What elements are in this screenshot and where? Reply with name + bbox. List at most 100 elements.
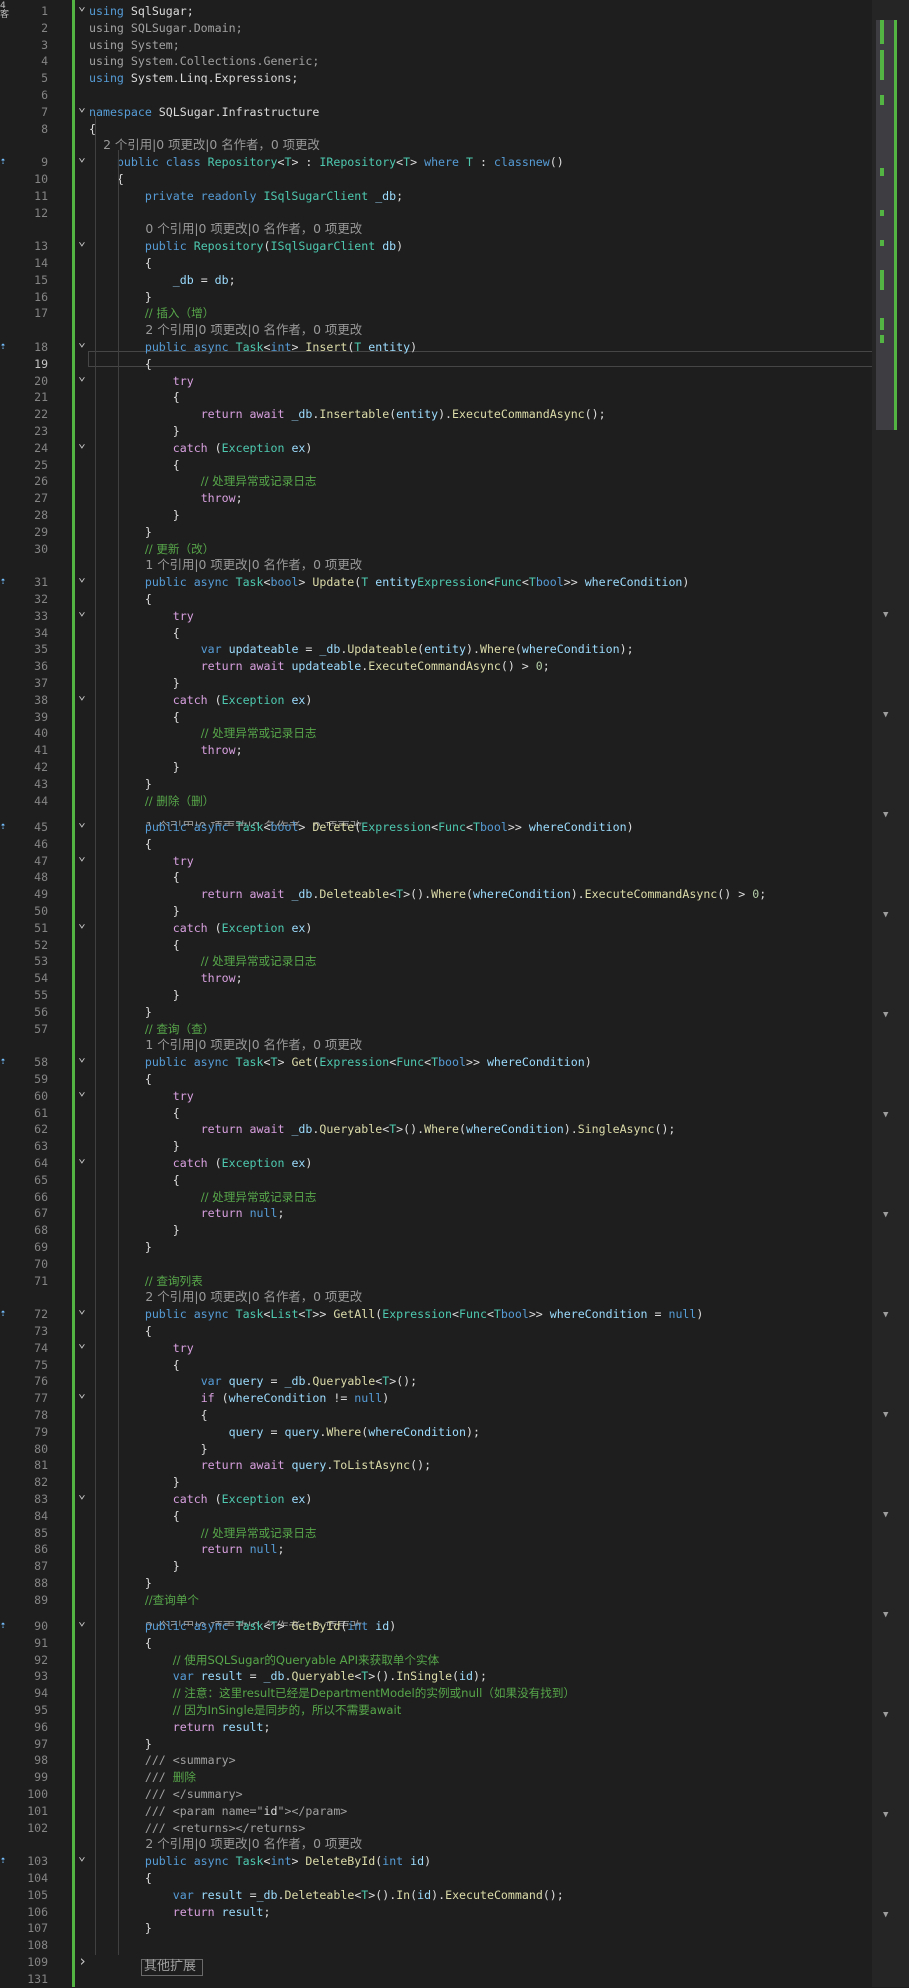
code-text[interactable]: // 处理异常或记录日志 (89, 725, 870, 742)
implementation-glyph-icon[interactable]: ⇡ (0, 1306, 14, 1323)
code-line[interactable]: 26 // 处理异常或记录日志 (0, 473, 870, 490)
code-line[interactable]: 37 } (0, 675, 870, 692)
code-text[interactable]: //查询单个 (89, 1592, 870, 1609)
code-line[interactable]: 38 ⌄ catch (Exception ex) (0, 688, 870, 709)
collapse-region-icon[interactable]: ⌄ (78, 150, 88, 167)
code-line[interactable]: 30 // 更新（改） (0, 541, 870, 558)
code-line[interactable]: 95 // 因为InSingle是同步的，所以不需要await (0, 1702, 870, 1719)
code-line[interactable]: 9 ⇡ ⌄ public class Repository<T> : IReposi… (0, 150, 870, 171)
implementation-glyph-icon[interactable]: ⇡ (0, 339, 14, 356)
code-text[interactable]: } (89, 759, 870, 776)
code-line[interactable]: 15 _db = db; (0, 272, 870, 289)
code-line[interactable]: 78 { (0, 1407, 870, 1424)
code-line[interactable]: 22 return await _db.Insertable(entity).E… (0, 406, 870, 423)
code-editor[interactable]: 1 ⌄ using SqlSugar; 2 using SQLSugar.Domain;… (0, 0, 909, 1987)
collapse-region-icon[interactable]: ⌄ (78, 0, 88, 16)
code-text[interactable]: } (89, 423, 870, 440)
code-text[interactable]: return await _db.Insertable(entity).Exec… (89, 406, 870, 423)
code-line[interactable]: 84 { (0, 1508, 870, 1525)
code-text[interactable]: var result = _db.Queryable<T>().InSingle… (89, 1668, 870, 1685)
codelens-reference-info[interactable]: 1 个引用|0 项更改|0 名作者，0 项更改 (0, 1037, 870, 1054)
code-line[interactable]: 28 } (0, 507, 870, 524)
code-text[interactable]: return await query.ToListAsync(); (89, 1457, 870, 1474)
implementation-glyph-icon[interactable]: ⇡ (0, 574, 14, 591)
code-text[interactable]: } (89, 1138, 870, 1155)
codelens-text[interactable]: 1 个引用|0 项更改|0 名作者，0 项更改 (145, 1037, 362, 1054)
code-text[interactable]: } (89, 987, 870, 1004)
code-line[interactable]: 93 var result = _db.Queryable<T>().InSin… (0, 1668, 870, 1685)
code-text[interactable]: var result =_db.Deleteable<T>().In(id).E… (89, 1887, 870, 1904)
code-text[interactable]: } (89, 1004, 870, 1021)
code-line[interactable]: 35 var updateable = _db.Updateable(entit… (0, 641, 870, 658)
code-line[interactable]: 131 (0, 1971, 870, 1988)
codelens-reference-info[interactable]: 0 个引用|0 项更改|0 名作者，0 项更改 (0, 221, 870, 238)
code-line[interactable]: 43 } (0, 776, 870, 793)
implementation-glyph-icon[interactable]: ⇡ (0, 154, 14, 171)
code-text[interactable]: { (89, 1357, 870, 1374)
code-line[interactable]: 25 { (0, 457, 870, 474)
code-text[interactable]: // 因为InSingle是同步的，所以不需要await (89, 1702, 870, 1719)
code-line[interactable]: 96 return result; (0, 1719, 870, 1736)
code-text[interactable]: // 处理异常或记录日志 (89, 1189, 870, 1206)
code-line[interactable]: 101 /// <param name="id"></param> (0, 1803, 870, 1820)
code-line[interactable]: 73 { (0, 1323, 870, 1340)
code-text[interactable]: { (89, 1407, 870, 1424)
code-line[interactable]: 44 // 删除（删） (0, 793, 870, 810)
code-text[interactable]: /// <returns></returns> (89, 1820, 870, 1837)
code-text[interactable]: } (89, 1920, 870, 1937)
code-line[interactable]: 14 { (0, 255, 870, 272)
code-line[interactable]: 92 // 使用SQLSugar的Queryable API来获取单个实体 (0, 1652, 870, 1669)
codelens-reference-info[interactable]: 1 个引用|0 项更改|0 名作者，0 项更改 (0, 557, 870, 574)
codelens-reference-info[interactable]: 2 个引用|0 项更改|0 名作者，0 项更改 (0, 1289, 870, 1306)
code-line[interactable]: 39 { (0, 709, 870, 726)
code-line[interactable]: 41 throw; (0, 742, 870, 759)
code-line[interactable]: 42 } (0, 759, 870, 776)
codelens-text[interactable]: 2 个引用|0 项更改|0 名作者，0 项更改 (145, 1289, 362, 1306)
code-line[interactable]: 102 /// <returns></returns> (0, 1820, 870, 1837)
collapse-region-icon[interactable]: ⌄ (78, 1302, 88, 1319)
code-line[interactable]: 88 } (0, 1575, 870, 1592)
code-text[interactable]: // 查询列表 (89, 1273, 870, 1290)
code-line[interactable]: 79 query = query.Where(whereCondition); (0, 1424, 870, 1441)
code-line[interactable]: 58 ⇡ ⌄ public async Task<T> Get(Expression… (0, 1050, 870, 1071)
code-line[interactable]: 85 // 处理异常或记录日志 (0, 1525, 870, 1542)
implementation-glyph-icon[interactable]: ⇡ (0, 1054, 14, 1071)
code-text[interactable]: { (89, 1635, 870, 1652)
code-line[interactable]: 12 (0, 205, 870, 222)
collapse-region-icon[interactable]: ⌄ (78, 1614, 88, 1631)
collapse-region-icon[interactable]: ⌄ (78, 369, 88, 386)
code-line[interactable]: 53 // 处理异常或记录日志 (0, 953, 870, 970)
code-line[interactable]: 104 { (0, 1870, 870, 1887)
code-text[interactable]: } (89, 1222, 870, 1239)
code-line[interactable]: 97 } (0, 1736, 870, 1753)
code-line[interactable]: 65 { (0, 1172, 870, 1189)
code-line[interactable]: 32 { (0, 591, 870, 608)
collapse-region-icon[interactable]: ⌄ (78, 1050, 88, 1067)
code-line[interactable]: 77 ⌄ if (whereCondition != null) (0, 1386, 870, 1407)
code-text[interactable]: catch (Exception ex) (89, 1491, 870, 1508)
code-text[interactable]: using SQLSugar.Domain; (89, 20, 870, 37)
code-line[interactable]: 61 { (0, 1105, 870, 1122)
code-line[interactable]: 62 return await _db.Queryable<T>().Where… (0, 1121, 870, 1138)
code-text[interactable]: if (whereCondition != null) (89, 1390, 870, 1407)
collapse-region-icon[interactable]: ⌄ (78, 815, 88, 832)
code-line[interactable]: 80 } (0, 1441, 870, 1458)
code-line[interactable]: 8{ (0, 121, 870, 138)
code-line[interactable]: 16 } (0, 289, 870, 306)
code-text[interactable]: // 处理异常或记录日志 (89, 1525, 870, 1542)
code-text[interactable]: throw; (89, 742, 870, 759)
code-line[interactable]: 109 › (0, 1953, 870, 1971)
code-text[interactable]: public async Task<bool> Update(T entityE… (89, 574, 870, 591)
code-line[interactable]: 86 return null; (0, 1541, 870, 1558)
code-text[interactable]: } (89, 1558, 870, 1575)
collapse-region-icon[interactable]: ⌄ (78, 1084, 88, 1101)
code-text[interactable]: return await _db.Queryable<T>().Where(wh… (89, 1121, 870, 1138)
code-line[interactable]: 71 // 查询列表 (0, 1273, 870, 1290)
code-line[interactable]: 13 ⌄ public Repository(ISqlSugarClient db… (0, 234, 870, 255)
code-text[interactable]: { (89, 1508, 870, 1525)
code-text[interactable]: { (89, 255, 870, 272)
code-line[interactable]: 64 ⌄ catch (Exception ex) (0, 1151, 870, 1172)
code-text[interactable]: { (89, 171, 870, 188)
codelens-text[interactable]: 2 个引用|0 项更改|0 名作者，0 项更改 (103, 137, 320, 154)
code-text[interactable]: } (89, 1575, 870, 1592)
